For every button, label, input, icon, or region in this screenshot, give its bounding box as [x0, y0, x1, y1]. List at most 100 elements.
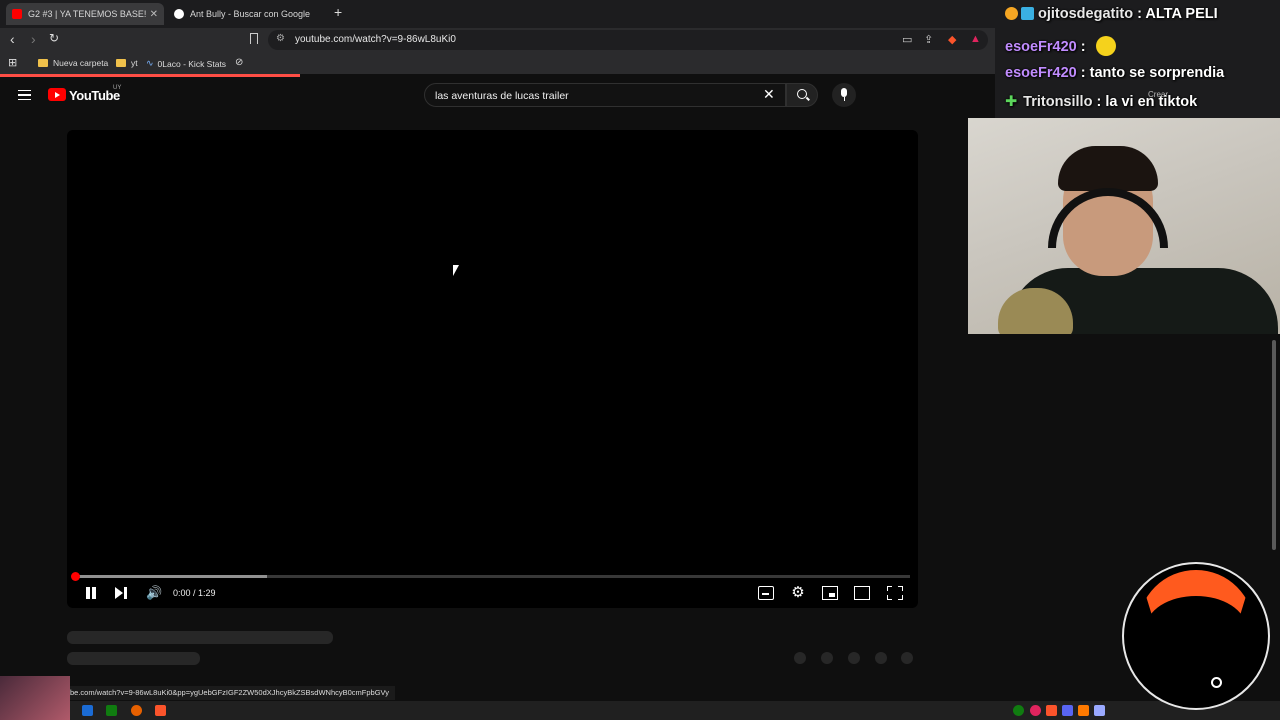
chat-badge-icon — [1021, 7, 1034, 20]
forward-icon[interactable]: › — [31, 31, 36, 47]
kick-stats-icon: ∿ — [146, 58, 154, 68]
voice-search-button[interactable] — [832, 83, 856, 107]
chat-message: esoeFr420 : tanto se sorprendia — [1005, 65, 1224, 81]
tab-youtube[interactable]: G2 #3 | YA TENEMOS BASE! | GR ✕ — [6, 3, 164, 25]
tab-title: G2 #3 | YA TENEMOS BASE! | GR — [28, 9, 146, 19]
search-icon — [797, 89, 807, 99]
time-display: 0:00 / 1:29 — [173, 588, 216, 598]
bookmark-label: Nueva carpeta — [53, 58, 109, 68]
sub-badge-icon: ✚ — [1005, 94, 1018, 110]
site-info-icon[interactable]: ⚙ — [276, 33, 285, 44]
apps-grid-icon[interactable]: ⊞ — [8, 56, 17, 69]
clear-search-icon[interactable]: ✕ — [763, 87, 775, 101]
pause-icon[interactable] — [85, 586, 96, 600]
brave-rewards-icon[interactable]: ▲ — [970, 33, 981, 45]
reload-icon[interactable]: ↻ — [49, 31, 59, 45]
brave-icon[interactable] — [155, 705, 166, 716]
secondary-webcam — [0, 676, 70, 720]
chat-text: tanto se sorprendia — [1089, 65, 1225, 81]
tray-pen-icon[interactable] — [1094, 705, 1105, 716]
action-skeleton — [875, 652, 887, 664]
visualizer-center-icon — [1211, 677, 1222, 688]
page-loading-bar — [0, 74, 300, 77]
progress-bar[interactable] — [75, 575, 910, 578]
xbox-icon[interactable] — [106, 705, 117, 716]
bookmark-kick-stats[interactable]: ∿ 0Laco - Kick Stats — [146, 58, 226, 69]
chat-message: ojitosdegatito : ALTA PELI — [1005, 6, 1218, 22]
os-taskbar — [0, 701, 1280, 720]
chat-username: Tritonsillo — [1023, 94, 1093, 110]
chat-username: ojitosdegatito — [1038, 6, 1134, 22]
channel-skeleton — [67, 652, 200, 665]
page-scrollbar[interactable] — [1272, 340, 1276, 550]
chat-separator: : — [1076, 39, 1090, 55]
bookmark-label: yt — [131, 58, 138, 68]
bookmark-nueva-carpeta[interactable]: Nueva carpeta — [38, 58, 108, 68]
chat-message: ✚ Tritonsillo : la vi en tiktok — [1005, 94, 1197, 110]
address-url[interactable]: youtube.com/watch?v=9-86wL8uKi0 — [295, 34, 456, 45]
fullscreen-icon[interactable] — [887, 586, 903, 600]
close-tab-icon[interactable]: ✕ — [150, 9, 158, 20]
tab-title: Ant Bully - Buscar con Google — [190, 9, 311, 19]
video-player[interactable]: 🔊 0:00 / 1:29 ⚙ — [67, 130, 918, 608]
chat-username: esoeFr420 — [1005, 65, 1077, 81]
audio-visualizer — [1122, 562, 1270, 710]
emote-icon — [1095, 36, 1116, 56]
theater-mode-icon[interactable] — [854, 586, 870, 600]
search-button[interactable] — [786, 83, 818, 107]
steam-icon[interactable] — [82, 705, 93, 716]
scrubber-handle[interactable] — [71, 572, 80, 581]
country-code: UY — [113, 85, 122, 91]
tray-orange-icon[interactable] — [1078, 705, 1089, 716]
action-skeleton — [901, 652, 913, 664]
action-skeleton — [821, 652, 833, 664]
bookmark-yt[interactable]: yt — [116, 58, 138, 68]
subtitles-icon[interactable] — [758, 586, 774, 600]
tab-google[interactable]: Ant Bully - Buscar con Google — [168, 3, 328, 25]
youtube-favicon-icon — [12, 9, 22, 19]
chat-username: esoeFr420 — [1005, 39, 1077, 55]
bookmark-page-icon[interactable] — [250, 33, 258, 44]
mouse-cursor-icon — [453, 265, 459, 276]
tray-discord-icon[interactable] — [1062, 705, 1073, 716]
new-tab-button[interactable]: + — [334, 4, 342, 20]
tray-app-icon[interactable] — [1030, 705, 1041, 716]
cast-icon[interactable]: ▭ — [902, 33, 912, 46]
search-input[interactable]: las aventuras de lucas trailer — [424, 83, 786, 107]
address-bar[interactable]: ⚙ youtube.com/watch?v=9-86wL8uKi0 ▭ ⇪ ◆ … — [268, 30, 988, 50]
brave-shields-icon[interactable]: ◆ — [948, 33, 956, 46]
back-icon[interactable]: ‹ — [10, 31, 15, 47]
buffered-bar — [75, 575, 268, 578]
action-skeleton — [794, 652, 806, 664]
chat-separator: : — [1133, 6, 1146, 22]
next-video-icon[interactable] — [115, 586, 127, 600]
link-status-url: be.com/watch?v=9-86wL8uKi0&pp=ygUebGFzIG… — [64, 686, 396, 700]
bookmarks-bar: ⊞ Nueva carpeta yt ∿ 0Laco - Kick Stats … — [0, 52, 1000, 74]
settings-gear-icon[interactable]: ⚙ — [790, 585, 806, 600]
browser-toolbar: ‹ › ↻ ⚙ youtube.com/watch?v=9-86wL8uKi0 … — [0, 28, 1000, 52]
streamer-webcam — [968, 118, 1280, 334]
folder-icon — [116, 59, 126, 67]
share-icon[interactable]: ⇪ — [924, 33, 933, 46]
firefox-icon[interactable] — [131, 705, 142, 716]
chat-badge-icon — [1005, 7, 1018, 20]
chat-text: ALTA PELI — [1145, 6, 1218, 22]
search-query[interactable]: las aventuras de lucas trailer — [435, 90, 569, 102]
tray-brave-icon[interactable] — [1046, 705, 1057, 716]
volume-icon[interactable]: 🔊 — [146, 586, 162, 600]
action-skeleton — [848, 652, 860, 664]
menu-icon[interactable] — [18, 90, 31, 100]
miniplayer-icon[interactable] — [822, 586, 838, 600]
google-favicon-icon — [174, 9, 184, 19]
youtube-logo-icon[interactable] — [48, 88, 66, 101]
title-skeleton — [67, 631, 333, 644]
chat-separator: : — [1092, 94, 1106, 110]
tray-xbox-icon[interactable] — [1013, 705, 1024, 716]
chat-separator: : — [1076, 65, 1090, 81]
chat-message: esoeFr420 : — [1005, 36, 1116, 56]
bookmark-label: 0Laco - Kick Stats — [157, 58, 227, 69]
globe-icon[interactable]: ⊘ — [235, 57, 243, 68]
create-button[interactable]: Crear — [1148, 90, 1168, 99]
youtube-header: YouTube UY las aventuras de lucas traile… — [0, 78, 990, 114]
folder-icon — [38, 59, 48, 67]
